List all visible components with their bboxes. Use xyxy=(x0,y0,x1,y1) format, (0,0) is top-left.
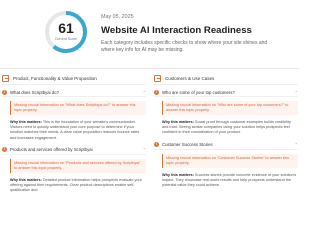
check-question: What does Scriptbyai do? xyxy=(10,89,59,95)
check-item-success-stories[interactable]: ! Customer Success Stories ⌃ xyxy=(154,141,298,150)
warning-icon: ! xyxy=(154,89,159,95)
check-item-products[interactable]: ! Products and services offered by Scrip… xyxy=(2,146,146,155)
warning-icon: ! xyxy=(2,147,7,153)
check-item-top-customers[interactable]: ! Who are some of your top customers? ⌃ xyxy=(154,88,298,97)
section-header-customers: Customers & Use Cases xyxy=(154,72,298,85)
why-label: Why this matters: xyxy=(162,120,194,124)
check-item-what-does[interactable]: ! What does Scriptbyai do? ⌃ xyxy=(2,88,146,97)
check-question: Customer Success Stories xyxy=(162,142,213,148)
page-description: Each category includes specific checks t… xyxy=(101,40,268,53)
category-customers: Customers & Use Cases ! Who are some of … xyxy=(154,72,298,216)
why-label: Why this matters: xyxy=(10,177,42,182)
section-title: Customers & Use Cases xyxy=(165,75,215,81)
missing-info-alert: Missing crucial information on "Customer… xyxy=(162,153,298,168)
section-header-product: Product, Functionality & Value Propositi… xyxy=(2,72,146,85)
why-matters: Why this matters: Detailed product infor… xyxy=(10,178,146,194)
check-question: Products and services offered by Scriptb… xyxy=(10,147,93,153)
missing-info-alert: Missing crucial information on "Who are … xyxy=(162,101,298,115)
score-gauge: 61 Current Score xyxy=(44,10,88,54)
category-icon xyxy=(154,74,161,82)
warning-icon: ! xyxy=(2,89,7,95)
score-value: 61 xyxy=(58,20,74,36)
page-title: Website AI Interaction Readiness xyxy=(101,25,252,36)
missing-info-alert: Missing crucial information on "Products… xyxy=(10,158,146,173)
chevron-up-icon[interactable]: ⌃ xyxy=(293,142,298,147)
score-label: Current Score xyxy=(54,37,78,41)
divider xyxy=(0,68,300,69)
section-title: Product, Functionality & Value Propositi… xyxy=(13,75,97,81)
why-matters: Why this matters: Social proof through c… xyxy=(162,120,298,136)
why-matters: Why this matters: Success stories provid… xyxy=(162,173,298,189)
missing-info-alert: Missing crucial information on "What doe… xyxy=(10,101,146,115)
category-icon xyxy=(2,74,9,82)
category-product: Product, Functionality & Value Propositi… xyxy=(2,72,146,216)
check-question: Who are some of your top customers? xyxy=(162,89,235,95)
why-label: Why this matters: xyxy=(162,172,194,177)
report-date: May 05, 2025 xyxy=(101,14,134,20)
chevron-up-icon[interactable]: ⌃ xyxy=(141,147,146,152)
report-header: 61 Current Score May 05, 2025 Website AI… xyxy=(0,0,300,66)
why-matters: Why this matters: This is the foundation… xyxy=(10,120,146,141)
chevron-up-icon[interactable]: ⌃ xyxy=(141,90,146,95)
why-label: Why this matters: xyxy=(10,120,42,124)
warning-icon: ! xyxy=(154,142,159,148)
chevron-up-icon[interactable]: ⌃ xyxy=(293,90,298,95)
